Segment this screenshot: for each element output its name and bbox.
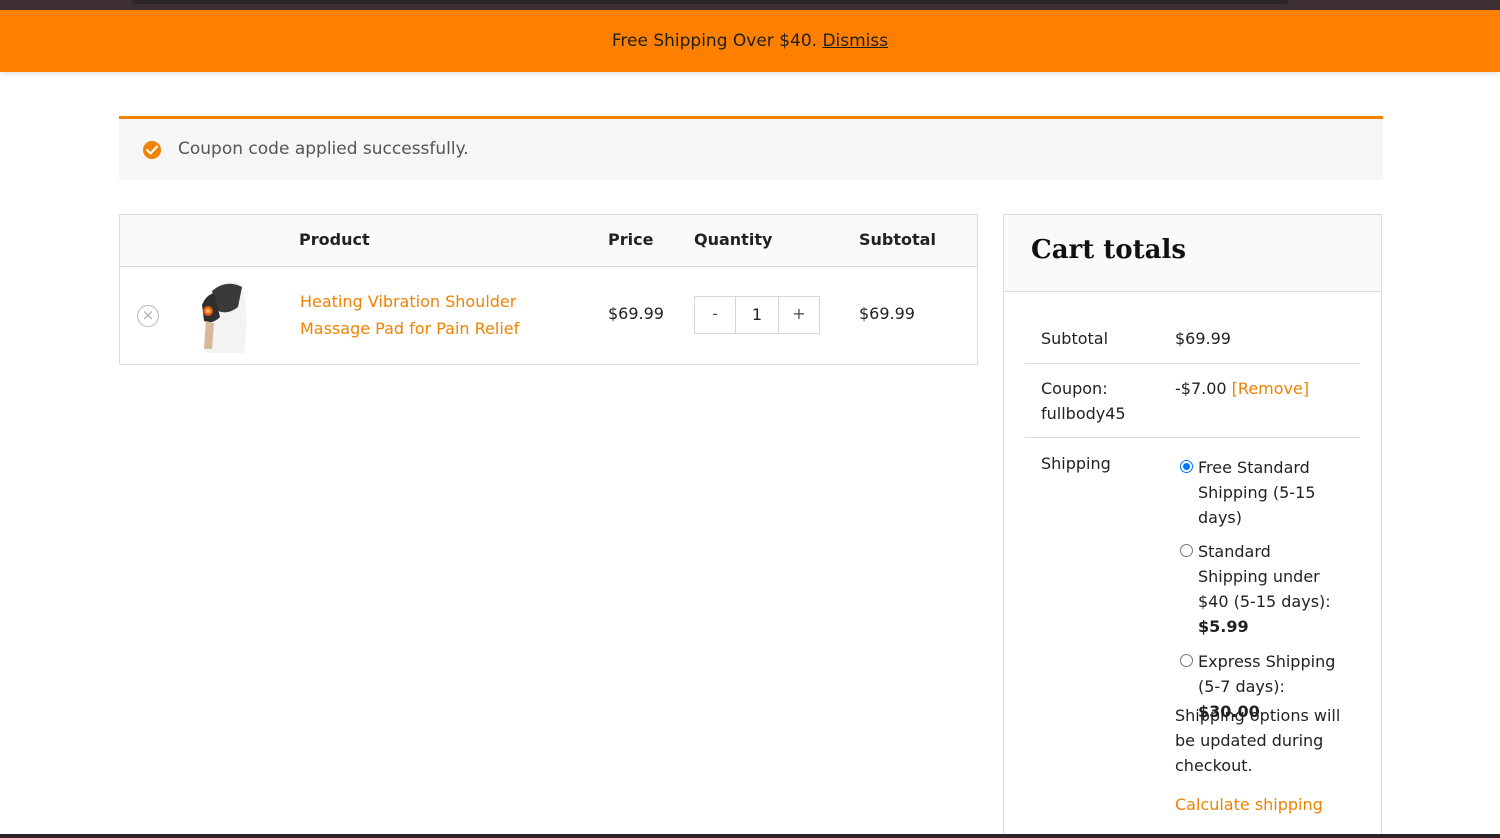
shipping-option-price: $5.99 [1198, 617, 1249, 636]
header-product: Product [299, 230, 370, 249]
coupon-value-row: -$7.00 [Remove] [1175, 376, 1309, 401]
coupon-label: Coupon: fullbody45 [1041, 379, 1126, 423]
item-price: $69.99 [608, 304, 664, 323]
shipping-option-label: Free Standard Shipping (5-15 days) [1198, 458, 1316, 527]
product-name-link[interactable]: Heating Vibration Shoulder Massage Pad f… [300, 288, 550, 342]
cart-table: Product Price Quantity Subtotal × Heatin… [119, 214, 978, 365]
shipping-radio-standard[interactable] [1180, 544, 1193, 557]
quantity-input[interactable]: 1 [735, 297, 779, 333]
bottom-bar [0, 834, 1500, 838]
header-subtotal: Subtotal [859, 230, 936, 249]
shipping-radio-free-standard[interactable] [1180, 460, 1193, 473]
item-subtotal: $69.99 [859, 304, 915, 323]
coupon-discount-value: -$7.00 [1175, 379, 1227, 398]
header-quantity: Quantity [694, 230, 773, 249]
coupon-success-message: Coupon code applied successfully. [119, 116, 1383, 180]
dismiss-link[interactable]: Dismiss [822, 31, 888, 51]
subtotal-value: $69.99 [1175, 329, 1231, 348]
top-nav-bar [0, 0, 1500, 10]
cart-table-header: Product Price Quantity Subtotal [120, 215, 977, 267]
quantity-decrease-button[interactable]: - [695, 297, 735, 333]
quantity-stepper: - 1 + [694, 296, 820, 334]
coupon-message-text: Coupon code applied successfully. [178, 139, 469, 159]
cart-totals-header: Cart totals [1004, 215, 1381, 292]
store-notice-banner: Free Shipping Over $40. Dismiss [0, 10, 1500, 72]
quantity-increase-button[interactable]: + [779, 297, 819, 333]
remove-item-icon[interactable]: × [137, 305, 159, 327]
shipping-label: Shipping [1041, 454, 1111, 473]
remove-coupon-link[interactable]: [Remove] [1232, 379, 1309, 398]
divider [1025, 363, 1360, 364]
shipping-option-label: Standard Shipping under $40 (5-15 days):… [1198, 542, 1331, 636]
header-price: Price [608, 230, 654, 249]
shipping-radio-express[interactable] [1180, 654, 1193, 667]
cart-totals-panel: Cart totals Subtotal $69.99 Coupon: full… [1003, 214, 1382, 838]
product-thumbnail[interactable] [198, 277, 260, 353]
header-search-bar[interactable] [132, 0, 1289, 4]
shipping-note: Shipping options will be updated during … [1175, 706, 1341, 775]
calculate-shipping-link[interactable]: Calculate shipping [1175, 795, 1323, 814]
cart-totals-title: Cart totals [1031, 235, 1187, 265]
subtotal-label: Subtotal [1041, 329, 1109, 348]
store-notice-text: Free Shipping Over $40. [611, 31, 818, 51]
divider [1025, 437, 1360, 438]
check-circle-icon [143, 141, 161, 159]
